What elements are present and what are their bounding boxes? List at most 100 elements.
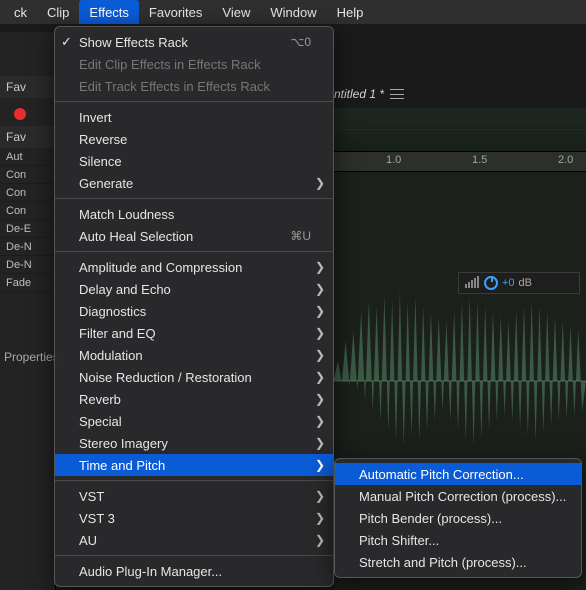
menu-item-label: Modulation <box>79 348 143 363</box>
document-title: ntitled 1 * <box>334 87 384 101</box>
chevron-right-icon: ❯ <box>315 326 325 340</box>
chevron-right-icon: ❯ <box>315 370 325 384</box>
menu-effects[interactable]: Effects <box>79 0 139 24</box>
ruler-tick: 1.5 <box>472 154 487 166</box>
sidebar-item: Fav <box>0 126 55 148</box>
effects-menu: ✓Show Effects Rack⌥0Edit Clip Effects in… <box>54 26 334 587</box>
menu-item-label: Special <box>79 414 122 429</box>
sidebar-item[interactable]: Con <box>0 166 55 184</box>
submenu-item-automatic-pitch-correction[interactable]: Automatic Pitch Correction... <box>335 463 581 485</box>
menu-item-vst[interactable]: VST ❯ <box>55 485 333 507</box>
menu-item-label: AU <box>79 533 97 548</box>
submenu-item-label: Automatic Pitch Correction... <box>359 467 524 482</box>
menu-item-label: Invert <box>79 110 112 125</box>
menu-item-diagnostics[interactable]: Diagnostics❯ <box>55 300 333 322</box>
tab-menu-icon[interactable] <box>390 89 404 99</box>
chevron-right-icon: ❯ <box>315 348 325 362</box>
menu-item-time-and-pitch[interactable]: Time and Pitch❯ <box>55 454 333 476</box>
chevron-right-icon: ❯ <box>315 304 325 318</box>
chevron-right-icon: ❯ <box>315 458 325 472</box>
time-and-pitch-submenu: Automatic Pitch Correction... Manual Pitc… <box>334 458 582 578</box>
volume-value: +0 <box>502 277 515 289</box>
sidebar-item[interactable]: De-N <box>0 256 55 274</box>
time-ruler[interactable]: 1.0 1.5 2.0 <box>334 152 586 172</box>
menu-item-label: Edit Track Effects in Effects Rack <box>79 79 270 94</box>
menu-item-noise-reduction-restoration[interactable]: Noise Reduction / Restoration ❯ <box>55 366 333 388</box>
shortcut-label: ⌥0 <box>290 35 311 49</box>
submenu-item-label: Pitch Bender (process)... <box>359 511 502 526</box>
menu-item-delay-and-echo[interactable]: Delay and Echo ❯ <box>55 278 333 300</box>
menu-item-reverse[interactable]: Reverse <box>55 128 333 150</box>
ruler-tick: 1.0 <box>386 154 401 166</box>
menu-item-match-loudness[interactable]: Match Loudness <box>55 203 333 225</box>
menu-item-label: Reverse <box>79 132 127 147</box>
chevron-right-icon: ❯ <box>315 414 325 428</box>
ruler-tick: 2.0 <box>558 154 573 166</box>
submenu-item-label: Pitch Shifter... <box>359 533 439 548</box>
menu-item-modulation[interactable]: Modulation ❯ <box>55 344 333 366</box>
chevron-right-icon: ❯ <box>315 392 325 406</box>
shortcut-label: ⌘U <box>290 229 311 243</box>
menu-window[interactable]: Window <box>260 0 326 24</box>
menu-item-label: Stereo Imagery <box>79 436 168 451</box>
record-indicator <box>14 108 26 120</box>
menu-item-label: Filter and EQ <box>79 326 156 341</box>
properties-panel-header: Properties <box>0 350 59 364</box>
menu-item-edit-track-effects-in-effects-rack: Edit Track Effects in Effects Rack <box>55 75 333 97</box>
menu-view[interactable]: View <box>212 0 260 24</box>
menu-item-stereo-imagery[interactable]: Stereo Imagery ❯ <box>55 432 333 454</box>
menu-ck[interactable]: ck <box>4 0 37 24</box>
level-bars-icon <box>465 276 480 291</box>
menu-item-special[interactable]: Special ❯ <box>55 410 333 432</box>
waveform-overview[interactable] <box>334 108 586 152</box>
sidebar-item[interactable]: Aut <box>0 148 55 166</box>
menu-item-label: Show Effects Rack <box>79 35 188 50</box>
document-tab[interactable]: ntitled 1 * <box>334 84 582 104</box>
menu-item-label: VST 3 <box>79 511 115 526</box>
menu-item-vst-3[interactable]: VST 3 ❯ <box>55 507 333 529</box>
menu-help[interactable]: Help <box>327 0 374 24</box>
submenu-item-manual-pitch-correction-process[interactable]: Manual Pitch Correction (process)... <box>335 485 581 507</box>
sidebar-item[interactable]: Fade <box>0 274 55 292</box>
menu-item-label: Amplitude and Compression <box>79 260 242 275</box>
submenu-item-label: Stretch and Pitch (process)... <box>359 555 527 570</box>
menu-item-label: Delay and Echo <box>79 282 171 297</box>
sidebar-item[interactable]: Con <box>0 184 55 202</box>
chevron-right-icon: ❯ <box>315 436 325 450</box>
menu-item-label: Silence <box>79 154 122 169</box>
sidebar: Fav FavAutConConConDe-EDe-NDe-NFade <box>0 32 56 590</box>
submenu-item-stretch-and-pitch-process[interactable]: Stretch and Pitch (process)... <box>335 551 581 573</box>
menu-item-au[interactable]: AU❯ <box>55 529 333 551</box>
chevron-right-icon: ❯ <box>315 176 325 190</box>
menu-item-show-effects-rack[interactable]: ✓Show Effects Rack⌥0 <box>55 31 333 53</box>
menu-item-audio-plug-in-manager[interactable]: Audio Plug-In Manager... <box>55 560 333 582</box>
chevron-right-icon: ❯ <box>315 489 325 503</box>
menu-item-auto-heal-selection[interactable]: Auto Heal Selection⌘U <box>55 225 333 247</box>
menu-favorites[interactable]: Favorites <box>139 0 212 24</box>
volume-unit: dB <box>519 277 532 289</box>
menu-item-label: Noise Reduction / Restoration <box>79 370 252 385</box>
panel-list: FavAutConConConDe-EDe-NDe-NFade <box>0 126 55 292</box>
menu-item-label: Match Loudness <box>79 207 174 222</box>
menu-item-reverb[interactable]: Reverb❯ <box>55 388 333 410</box>
menubar: ckClipEffectsFavoritesViewWindowHelp <box>0 0 586 24</box>
sidebar-item[interactable]: De-E <box>0 220 55 238</box>
menu-item-generate[interactable]: Generate❯ <box>55 172 333 194</box>
menu-item-amplitude-and-compression[interactable]: Amplitude and Compression ❯ <box>55 256 333 278</box>
submenu-item-pitch-bender-process[interactable]: Pitch Bender (process)... <box>335 507 581 529</box>
chevron-right-icon: ❯ <box>315 282 325 296</box>
menu-item-invert[interactable]: Invert <box>55 106 333 128</box>
menu-item-silence[interactable]: Silence <box>55 150 333 172</box>
menu-item-filter-and-eq[interactable]: Filter and EQ ❯ <box>55 322 333 344</box>
menu-item-label: Edit Clip Effects in Effects Rack <box>79 57 261 72</box>
menu-clip[interactable]: Clip <box>37 0 79 24</box>
volume-knob-icon[interactable] <box>484 276 498 290</box>
menu-item-label: VST <box>79 489 104 504</box>
chevron-right-icon: ❯ <box>315 260 325 274</box>
volume-indicator[interactable]: +0 dB <box>458 272 580 294</box>
submenu-item-pitch-shifter[interactable]: Pitch Shifter... <box>335 529 581 551</box>
chevron-right-icon: ❯ <box>315 511 325 525</box>
sidebar-item[interactable]: Con <box>0 202 55 220</box>
favorites-header: Fav <box>0 76 55 98</box>
sidebar-item[interactable]: De-N <box>0 238 55 256</box>
